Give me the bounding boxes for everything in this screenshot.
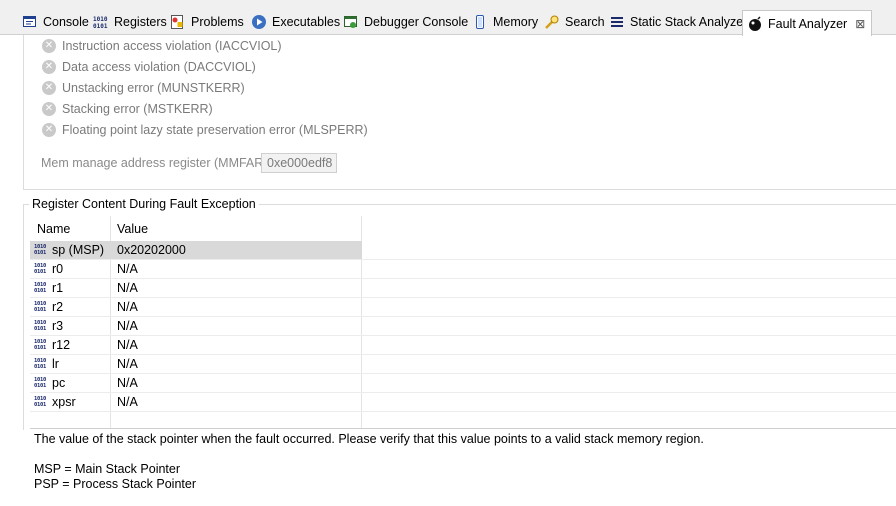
problems-icon	[170, 14, 186, 30]
register-group-title: Register Content During Fault Exception	[29, 197, 259, 211]
msp-legend: MSP = Main Stack Pointer	[34, 462, 181, 476]
table-row[interactable]: 1010 0101 lr N/A	[30, 355, 896, 374]
table-row[interactable]: 1010 0101 r0 N/A	[30, 260, 896, 279]
tab-executables[interactable]: Executables	[251, 11, 340, 33]
tab-console[interactable]: Console	[22, 11, 89, 33]
error-x-icon: ✕	[42, 81, 56, 95]
table-row[interactable]: 1010 0101 r1 N/A	[30, 279, 896, 298]
fault-item-iaccviol: ✕ Instruction access violation (IACCVIOL…	[42, 37, 282, 55]
fault-item-mstkerr: ✕ Stacking error (MSTKERR)	[42, 100, 213, 118]
register-icon: 1010 0101	[34, 396, 47, 408]
tab-fault-analyzer[interactable]: Fault Analyzer ⊠	[742, 10, 873, 36]
table-row[interactable]: 1010 0101 r12 N/A	[30, 336, 896, 355]
close-tab-icon[interactable]: ⊠	[855, 17, 865, 31]
fault-item-munstkerr: ✕ Unstacking error (MUNSTKERR)	[42, 79, 245, 97]
table-row[interactable]: 1010 0101 r2 N/A	[30, 298, 896, 317]
register-icon: 1010 0101	[34, 358, 47, 370]
error-x-icon: ✕	[42, 60, 56, 74]
column-header-name[interactable]: Name	[37, 222, 70, 236]
console-icon	[22, 14, 38, 30]
table-row[interactable]: 1010 0101 sp (MSP) 0x20202000	[30, 241, 896, 260]
fault-item-mlsperr: ✕ Floating point lazy state preservation…	[42, 121, 368, 139]
view-tab-bar: Console 1010 0101 Registers Problems Exec…	[0, 0, 896, 36]
mmfar-field[interactable]: 0xe000edf8	[261, 153, 337, 173]
register-icon: 1010 0101	[34, 377, 47, 389]
psp-legend: PSP = Process Stack Pointer	[34, 477, 196, 491]
error-x-icon: ✕	[42, 102, 56, 116]
register-icon: 1010 0101	[34, 339, 47, 351]
fault-analyzer-icon	[747, 15, 763, 32]
tab-problems[interactable]: Problems	[170, 11, 244, 33]
tab-registers[interactable]: 1010 0101 Registers	[93, 11, 167, 33]
table-header: Name Value	[30, 216, 896, 240]
svg-text:0101: 0101	[93, 23, 108, 30]
executables-icon	[251, 14, 267, 30]
error-x-icon: ✕	[42, 39, 56, 53]
register-icon: 1010 0101	[34, 320, 47, 332]
table-row[interactable]: 1010 0101 xpsr N/A	[30, 393, 896, 412]
error-x-icon: ✕	[42, 123, 56, 137]
table-row[interactable]: 1010 0101 pc N/A	[30, 374, 896, 393]
column-header-value[interactable]: Value	[117, 222, 148, 236]
register-icon: 1010 0101	[34, 282, 47, 294]
registers-icon: 1010 0101	[93, 14, 109, 30]
fault-item-daccviol: ✕ Data access violation (DACCVIOL)	[42, 58, 256, 76]
table-row[interactable]: 1010 0101 r3 N/A	[30, 317, 896, 336]
panel-divider	[23, 189, 896, 190]
debugger-console-icon	[343, 14, 359, 30]
svg-text:1010: 1010	[93, 16, 108, 23]
memory-icon	[472, 14, 488, 30]
tab-memory[interactable]: Memory	[472, 11, 538, 33]
mmfar-label: Mem manage address register (MMFAR):	[41, 156, 271, 170]
tab-search[interactable]: Search	[544, 11, 605, 33]
register-icon: 1010 0101	[34, 244, 47, 256]
tab-static-stack-analyzer[interactable]: Static Stack Analyzer	[609, 11, 747, 33]
register-icon: 1010 0101	[34, 301, 47, 313]
panel-border	[23, 35, 24, 190]
register-icon: 1010 0101	[34, 263, 47, 275]
tab-debugger-console[interactable]: Debugger Console	[343, 11, 468, 33]
register-description: The value of the stack pointer when the …	[34, 432, 704, 446]
search-icon	[544, 14, 560, 30]
stack-analyzer-icon	[609, 14, 625, 30]
description-divider[interactable]	[30, 428, 896, 429]
